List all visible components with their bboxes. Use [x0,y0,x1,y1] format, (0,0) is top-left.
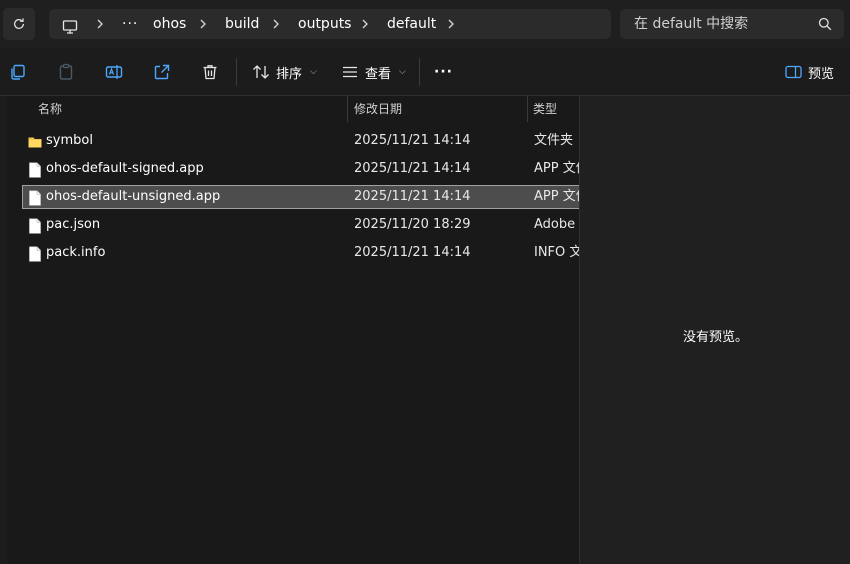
more-options-button[interactable]: ··· [434,60,453,84]
sort-ascending-icon: ˄ [185,96,190,104]
file-icon [29,190,41,206]
preview-label: 预览 [808,66,835,82]
column-header-name[interactable]: 名称 [38,96,62,122]
file-icon [29,162,41,178]
breadcrumb-item-default[interactable]: default [387,9,436,39]
chevron-right-icon[interactable] [94,18,106,30]
preview-pane: 没有预览。 [579,96,850,564]
chevron-down-icon: ⌵ [399,67,406,77]
more-options-icon: ··· [434,64,453,80]
file-row-signed-app[interactable]: ohos-default-signed.app 2025/11/21 14:14… [22,157,579,181]
rename-icon[interactable] [104,62,124,82]
chevron-down-icon: ⌵ [310,67,317,77]
file-date: 2025/11/21 14:14 [354,189,471,204]
share-icon[interactable] [152,62,172,82]
search-box[interactable]: 在 default 中搜索 [620,9,844,39]
search-input[interactable]: 在 default 中搜索 [634,9,748,39]
toolbar-divider [236,58,237,86]
file-date: 2025/11/21 14:14 [354,161,471,176]
breadcrumb-item-build[interactable]: build [225,9,259,39]
refresh-icon [14,18,24,29]
folder-icon [28,137,42,148]
file-row-pack-info[interactable]: pack.info 2025/11/21 14:14 INFO 文件 [22,241,579,265]
file-type: APP 文件 [534,189,579,204]
file-type: Adobe After Effects [534,217,579,232]
view-button[interactable]: 查看 ⌵ [341,60,406,84]
sort-label: 排序 [276,66,303,82]
delete-icon[interactable] [200,62,220,82]
file-name: symbol [46,133,93,148]
column-header-date[interactable]: 修改日期 [354,96,402,122]
file-type: APP 文件 [534,161,579,176]
file-date: 2025/11/21 14:14 [354,133,471,148]
file-name: ohos-default-unsigned.app [46,189,221,204]
file-row-pac-json[interactable]: pac.json 2025/11/20 18:29 Adobe After Ef… [22,213,579,237]
chevron-right-icon[interactable] [359,18,371,30]
toolbar-divider [419,58,420,86]
preview-pane-button[interactable]: 预览 [785,60,834,84]
navigation-pane-edge[interactable] [0,96,7,564]
sort-button[interactable]: 排序 ⌵ [252,60,317,84]
search-icon[interactable] [818,17,832,31]
column-divider[interactable] [527,96,528,122]
chevron-right-icon[interactable] [270,18,282,30]
column-divider[interactable] [347,96,348,122]
file-list: ˄ 名称 修改日期 类型 symbol 2025/11/21 14:14 文件夹… [7,96,579,564]
file-icon [29,246,41,262]
copy-icon[interactable] [8,62,28,82]
command-bar: 排序 ⌵ 查看 ⌵ ··· 预览 [0,48,850,96]
preview-pane-icon [785,65,802,79]
paste-icon[interactable] [56,62,76,82]
breadcrumb-overflow[interactable]: ··· [122,9,138,39]
file-date: 2025/11/20 18:29 [354,217,471,232]
view-list-icon [343,66,357,78]
sort-icon [253,65,269,79]
breadcrumb-item-ohos[interactable]: ohos [153,9,186,39]
file-row-unsigned-app[interactable]: ohos-default-unsigned.app 2025/11/21 14:… [22,185,579,209]
file-type: 文件夹 [534,133,574,148]
file-name: ohos-default-signed.app [46,161,204,176]
address-bar-row: ··· ohos build outputs default 在 default… [0,0,850,48]
breadcrumb[interactable]: ··· ohos build outputs default [49,9,611,39]
file-name: pack.info [46,245,106,260]
file-type: INFO 文件 [534,245,579,260]
file-row-symbol[interactable]: symbol 2025/11/21 14:14 文件夹 [22,129,579,153]
view-label: 查看 [365,66,392,82]
chevron-right-icon[interactable] [197,18,209,30]
column-header-type[interactable]: 类型 [533,96,557,122]
file-icon [29,218,41,234]
refresh-button[interactable] [3,8,35,40]
breadcrumb-item-outputs[interactable]: outputs [298,9,351,39]
no-preview-message: 没有预览。 [682,330,748,345]
file-name: pac.json [46,217,101,232]
this-pc-icon[interactable] [62,16,78,34]
file-date: 2025/11/21 14:14 [354,245,471,260]
chevron-right-icon[interactable] [445,18,457,30]
